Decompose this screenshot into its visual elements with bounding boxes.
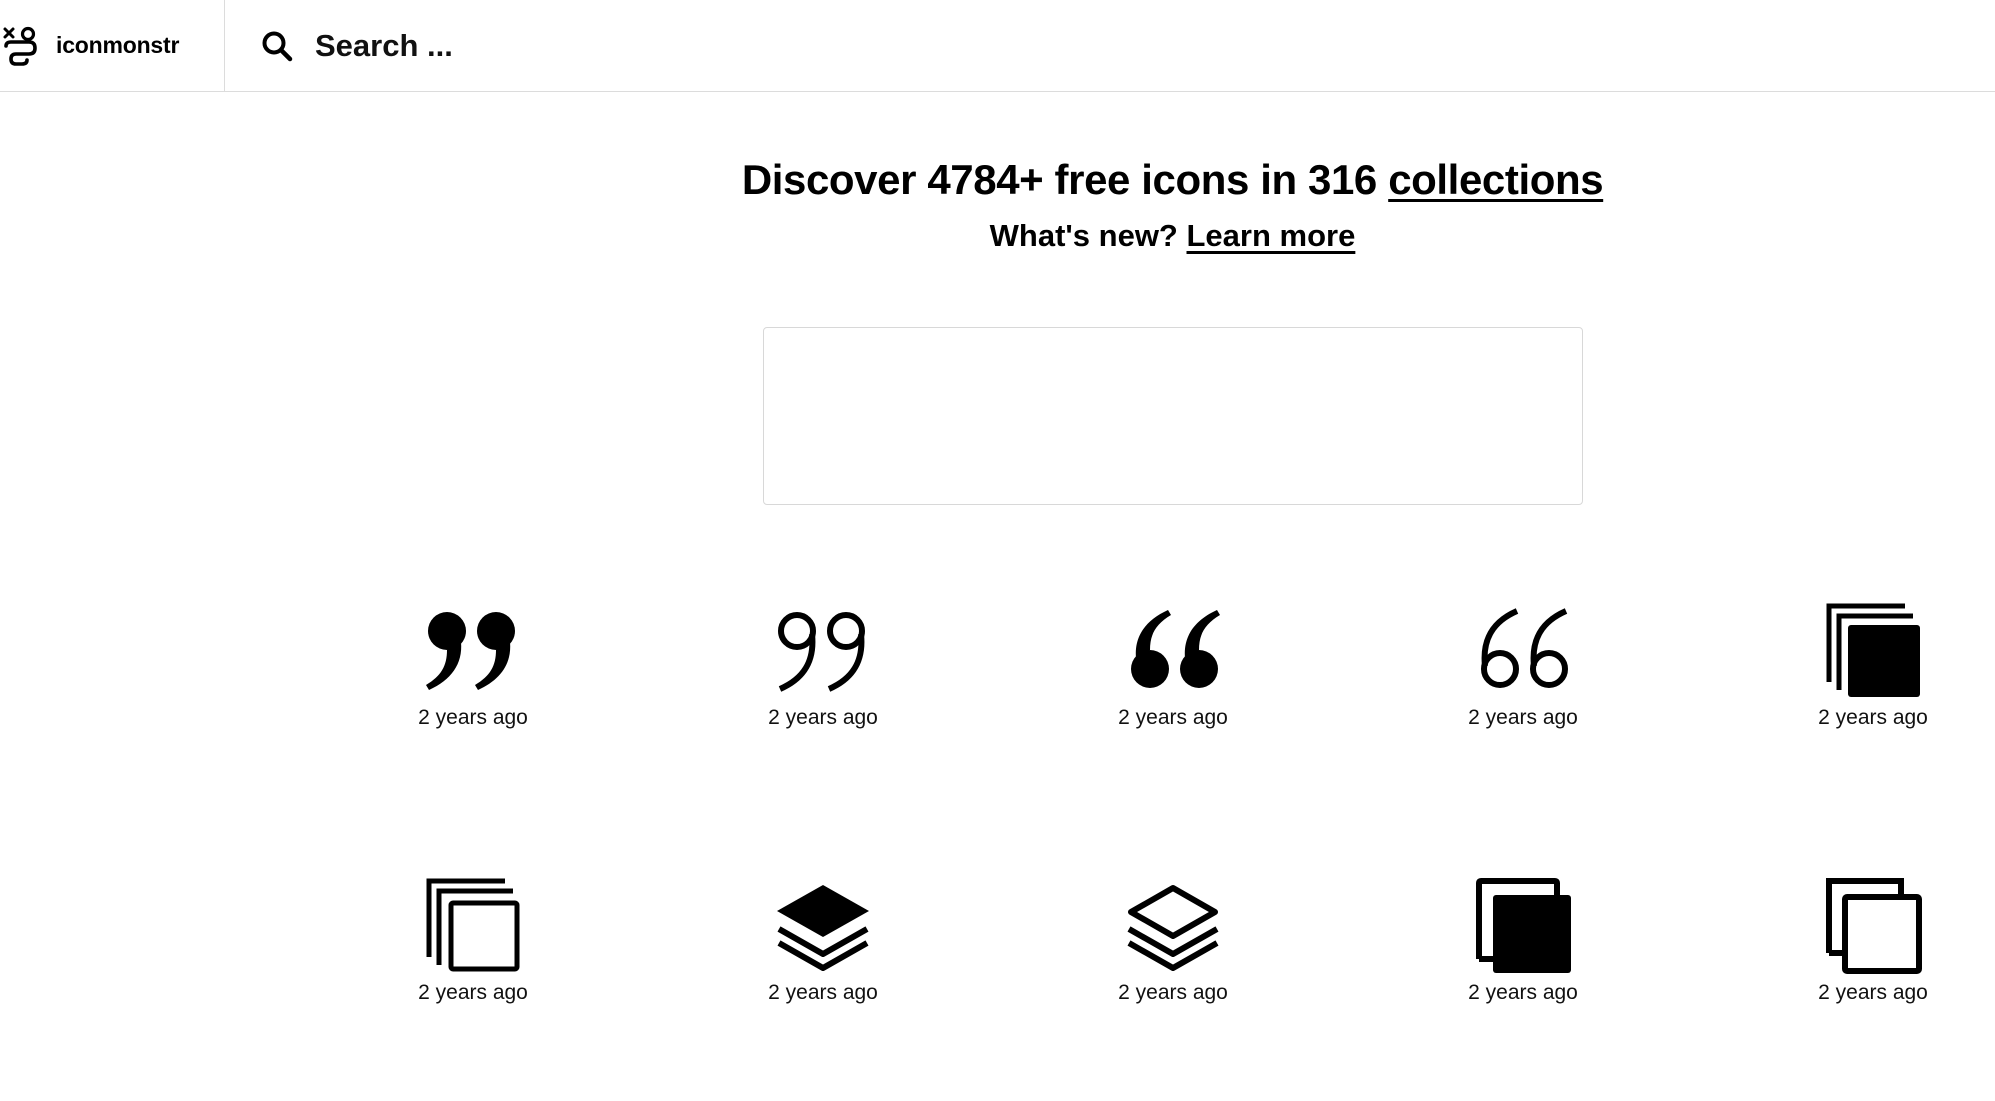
- icon-card[interactable]: 2 years ago: [343, 835, 603, 1065]
- icon-age: 2 years ago: [1118, 706, 1228, 729]
- learn-more-link[interactable]: Learn more: [1187, 218, 1356, 253]
- collections-link[interactable]: collections: [1388, 156, 1603, 203]
- top-bar: iconmonstr: [0, 0, 1995, 92]
- hero: Discover 4784+ free icons in 316 collect…: [0, 150, 1995, 262]
- icon-age: 2 years ago: [1118, 981, 1228, 1004]
- headline: Discover 4784+ free icons in 316 collect…: [0, 150, 1995, 210]
- stacked-squares-outline-icon: [423, 875, 523, 975]
- quote-left-filled-icon: [1123, 600, 1223, 700]
- quote-left-outline-icon: [1473, 600, 1573, 700]
- icon-card[interactable]: 2 years ago: [1743, 835, 1995, 1065]
- icon-card[interactable]: 2 years ago: [1043, 560, 1303, 790]
- search-input[interactable]: [315, 27, 915, 64]
- subline: What's new? Learn more: [0, 210, 1995, 262]
- layers-filled-icon: [773, 875, 873, 975]
- brand-name: iconmonstr: [56, 32, 180, 58]
- icon-age: 2 years ago: [418, 981, 528, 1004]
- copy-outline-icon: [1823, 875, 1923, 975]
- stacked-squares-filled-icon: [1823, 600, 1923, 700]
- magnifier-icon[interactable]: [261, 30, 293, 62]
- icon-card[interactable]: 2 years ago: [1743, 560, 1995, 790]
- icon-age: 2 years ago: [418, 706, 528, 729]
- icon-age: 2 years ago: [1468, 706, 1578, 729]
- icon-card[interactable]: 2 years ago: [1393, 560, 1653, 790]
- ad-banner: [763, 327, 1583, 505]
- icon-age: 2 years ago: [768, 981, 878, 1004]
- iconmonstr-logo-icon: [2, 26, 42, 66]
- icon-card[interactable]: 2 years ago: [693, 560, 953, 790]
- quote-right-filled-icon: [423, 600, 523, 700]
- icon-age: 2 years ago: [1468, 981, 1578, 1004]
- icon-age: 2 years ago: [1818, 981, 1928, 1004]
- icon-card[interactable]: 2 years ago: [343, 560, 603, 790]
- headline-text: Discover 4784+ free icons in 316: [741, 156, 1377, 203]
- layers-outline-icon: [1123, 875, 1223, 975]
- brand-link[interactable]: iconmonstr: [0, 0, 225, 92]
- icon-age: 2 years ago: [768, 706, 878, 729]
- icon-card[interactable]: 2 years ago: [693, 835, 953, 1065]
- search-bar: [225, 0, 1995, 92]
- copy-filled-icon: [1473, 875, 1573, 975]
- subline-text: What's new?: [989, 218, 1178, 253]
- quote-right-outline-icon: [773, 600, 873, 700]
- icon-card[interactable]: 2 years ago: [1393, 835, 1653, 1065]
- icon-age: 2 years ago: [1818, 706, 1928, 729]
- icon-card[interactable]: 2 years ago: [1043, 835, 1303, 1065]
